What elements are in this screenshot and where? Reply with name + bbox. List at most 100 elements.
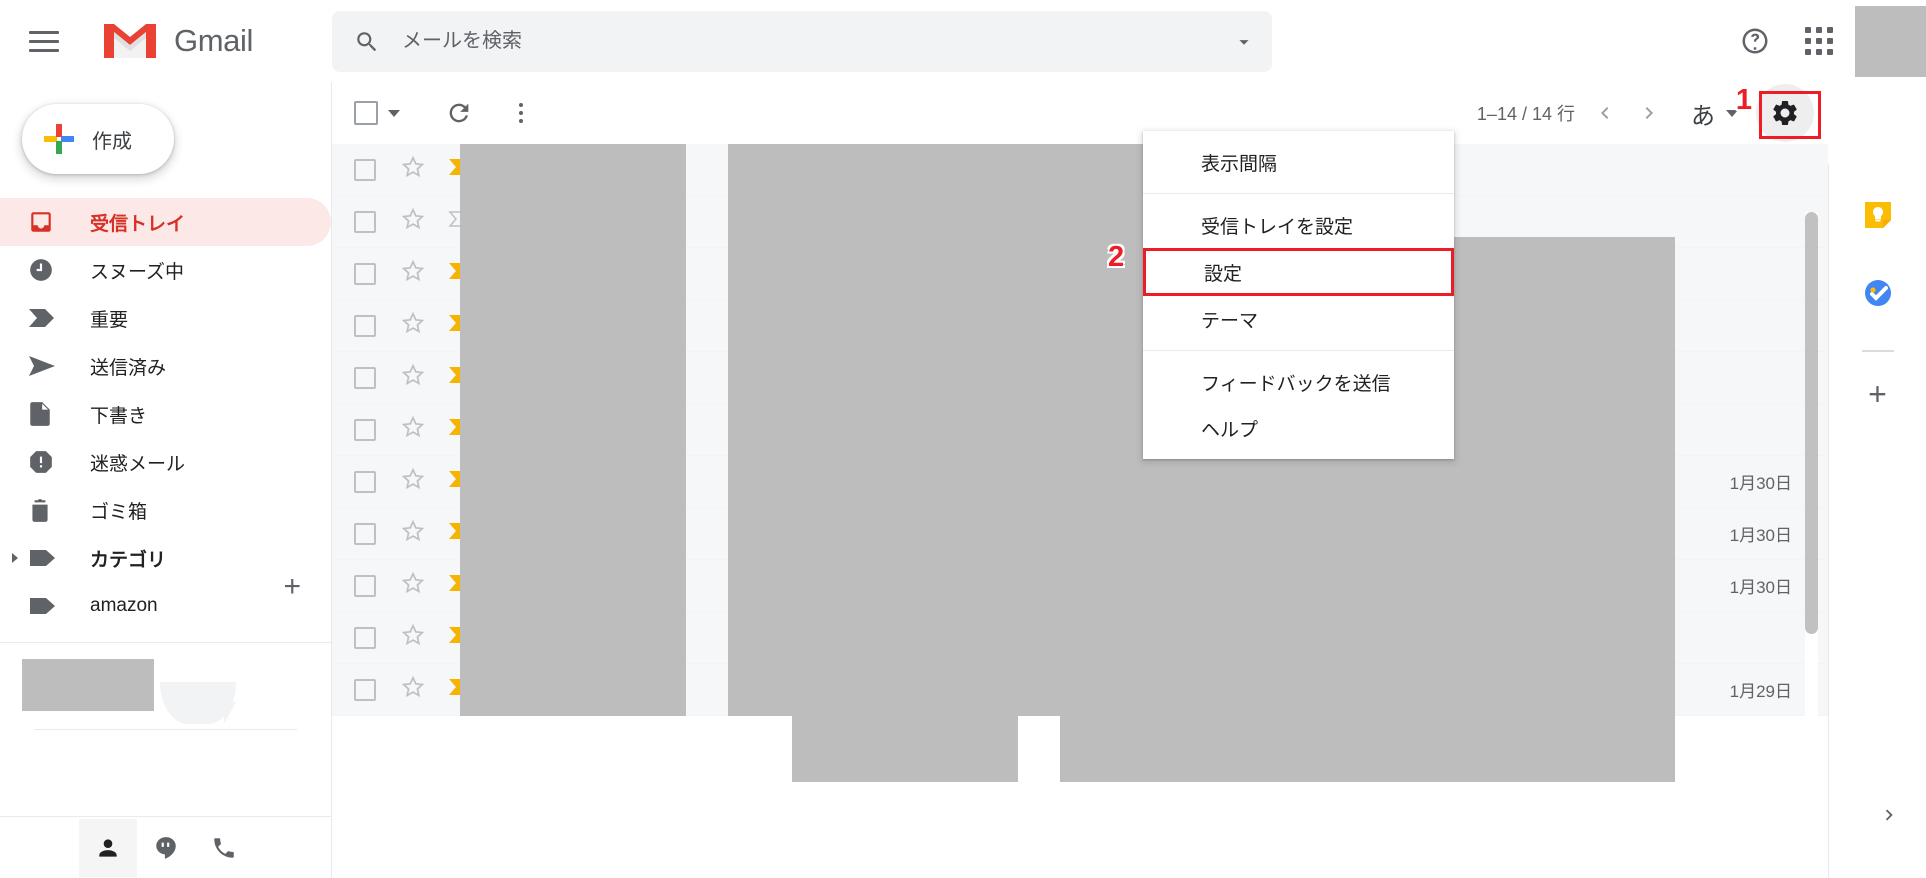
select-all-control[interactable]: [354, 101, 400, 125]
star-icon[interactable]: [400, 570, 426, 601]
apps-grid-icon[interactable]: [1791, 13, 1847, 69]
checkbox-icon[interactable]: [354, 101, 378, 125]
sidebar-item-snoozed[interactable]: スヌーズ中: [0, 246, 331, 294]
gmail-logo[interactable]: Gmail: [102, 20, 253, 62]
annotation-step-2: 2: [1108, 241, 1125, 273]
sidebar-item-label: 迷惑メール: [90, 453, 186, 475]
list-scrollbar-thumb[interactable]: [1805, 212, 1818, 634]
sidebar-item-important[interactable]: 重要: [0, 294, 331, 342]
menu-item-themes[interactable]: テーマ: [1143, 296, 1454, 342]
toolbar-right: 1–14 / 14 行 あ: [1477, 82, 1814, 144]
chevron-right-icon[interactable]: [1878, 804, 1900, 832]
row-checkbox[interactable]: [354, 210, 376, 233]
plus-icon[interactable]: +: [1868, 378, 1887, 410]
sidebar-item-sent[interactable]: 送信済み: [0, 342, 331, 390]
input-method-selector[interactable]: あ: [1691, 96, 1738, 131]
menu-item-configure-inbox[interactable]: 受信トレイを設定: [1143, 202, 1454, 248]
chevron-right-icon[interactable]: [1627, 91, 1671, 135]
chevron-down-icon[interactable]: [1216, 11, 1272, 72]
sender-redacted: [460, 664, 686, 716]
google-keep-icon[interactable]: [1855, 192, 1901, 238]
sidebar-item-drafts[interactable]: 下書き: [0, 390, 331, 438]
refresh-icon[interactable]: [434, 88, 484, 138]
chevron-left-icon[interactable]: [1583, 91, 1627, 135]
row-checkbox[interactable]: [354, 366, 376, 389]
brand-name: Gmail: [174, 23, 253, 58]
account-chat-name: [22, 659, 154, 711]
sidebar-nav: 受信トレイ スヌーズ中 重要 送信済み 下書き 迷惑メール ゴミ箱 カテゴリ a…: [0, 198, 331, 630]
sidebar-item-categories[interactable]: カテゴリ: [0, 534, 331, 582]
sender-redacted: [460, 508, 686, 560]
sidebar-item-label: 重要: [90, 309, 129, 331]
row-date: 1月29日: [1729, 682, 1792, 701]
plus-icon: [42, 122, 76, 156]
star-icon[interactable]: [400, 466, 426, 497]
more-vertical-icon[interactable]: [496, 88, 546, 138]
sender-redacted: [460, 300, 686, 352]
sender-redacted: [460, 352, 686, 404]
plus-icon[interactable]: +: [283, 572, 301, 602]
label-icon: [28, 596, 60, 616]
table-row[interactable]: [332, 144, 1828, 196]
sender-redacted: [460, 248, 686, 300]
main-content: 1–14 / 14 行 あ 1 1月30日 1月30日 1月30日 1月29日: [332, 82, 1828, 878]
input-method-label: あ: [1691, 102, 1715, 130]
settings-gear-button[interactable]: [1756, 84, 1814, 142]
row-checkbox[interactable]: [354, 574, 376, 597]
sender-redacted: [460, 560, 686, 612]
row-checkbox[interactable]: [354, 678, 376, 701]
help-circle-icon[interactable]: [1727, 13, 1783, 69]
search-bar[interactable]: [332, 11, 1272, 72]
pagination-range: 1–14 / 14 行: [1476, 104, 1575, 124]
sender-redacted: [460, 144, 686, 196]
sidebar: 作成 受信トレイ スヌーズ中 重要 送信済み 下書き 迷惑メール ゴミ箱 カテゴ…: [0, 82, 332, 878]
star-icon[interactable]: [400, 362, 426, 393]
chevron-down-icon[interactable]: [388, 109, 400, 117]
person-icon[interactable]: [79, 818, 137, 877]
hangouts-icon[interactable]: [137, 819, 195, 877]
sidebar-item-amazon[interactable]: amazon: [0, 582, 331, 630]
star-icon[interactable]: [400, 154, 426, 185]
hamburger-icon[interactable]: [14, 11, 74, 71]
phone-icon[interactable]: [195, 819, 253, 877]
google-tasks-icon[interactable]: [1855, 270, 1901, 316]
chevron-right-icon[interactable]: [12, 553, 18, 563]
row-checkbox[interactable]: [354, 262, 376, 285]
row-checkbox[interactable]: [354, 522, 376, 545]
inbox-icon: [28, 209, 60, 235]
sidebar-item-label: amazon: [90, 595, 158, 616]
star-icon[interactable]: [400, 674, 426, 705]
sidebar-item-label: ゴミ箱: [90, 501, 148, 523]
annotation-step-1: 1: [1735, 84, 1752, 116]
sidebar-item-inbox[interactable]: 受信トレイ: [0, 198, 331, 246]
sender-redacted: [460, 612, 686, 664]
avatar[interactable]: [1855, 5, 1926, 77]
search-input[interactable]: [402, 30, 1216, 53]
row-checkbox[interactable]: [354, 158, 376, 181]
compose-button[interactable]: 作成: [22, 104, 174, 174]
row-checkbox[interactable]: [354, 314, 376, 337]
menu-item-help[interactable]: ヘルプ: [1143, 405, 1454, 451]
star-icon[interactable]: [400, 414, 426, 445]
row-checkbox[interactable]: [354, 418, 376, 441]
chat-bubble-graphic: [160, 682, 236, 724]
star-icon[interactable]: [400, 258, 426, 289]
menu-item-send-feedback[interactable]: フィードバックを送信: [1143, 359, 1454, 405]
star-icon[interactable]: [400, 310, 426, 341]
search-icon: [354, 29, 380, 55]
sender-redacted: [460, 404, 686, 456]
row-checkbox[interactable]: [354, 470, 376, 493]
draft-icon: [28, 401, 60, 427]
compose-label: 作成: [92, 130, 132, 153]
sidebar-item-spam[interactable]: 迷惑メール: [0, 438, 331, 486]
star-icon[interactable]: [400, 518, 426, 549]
row-date: 1月30日: [1729, 526, 1792, 545]
sidebar-item-label: カテゴリ: [90, 549, 167, 571]
menu-item-settings[interactable]: 設定: [1143, 248, 1454, 296]
menu-item-display-density[interactable]: 表示間隔: [1143, 139, 1454, 185]
star-icon[interactable]: [400, 622, 426, 653]
star-icon[interactable]: [400, 206, 426, 237]
sidebar-item-trash[interactable]: ゴミ箱: [0, 486, 331, 534]
row-checkbox[interactable]: [354, 626, 376, 649]
sender-redacted: [460, 456, 686, 508]
